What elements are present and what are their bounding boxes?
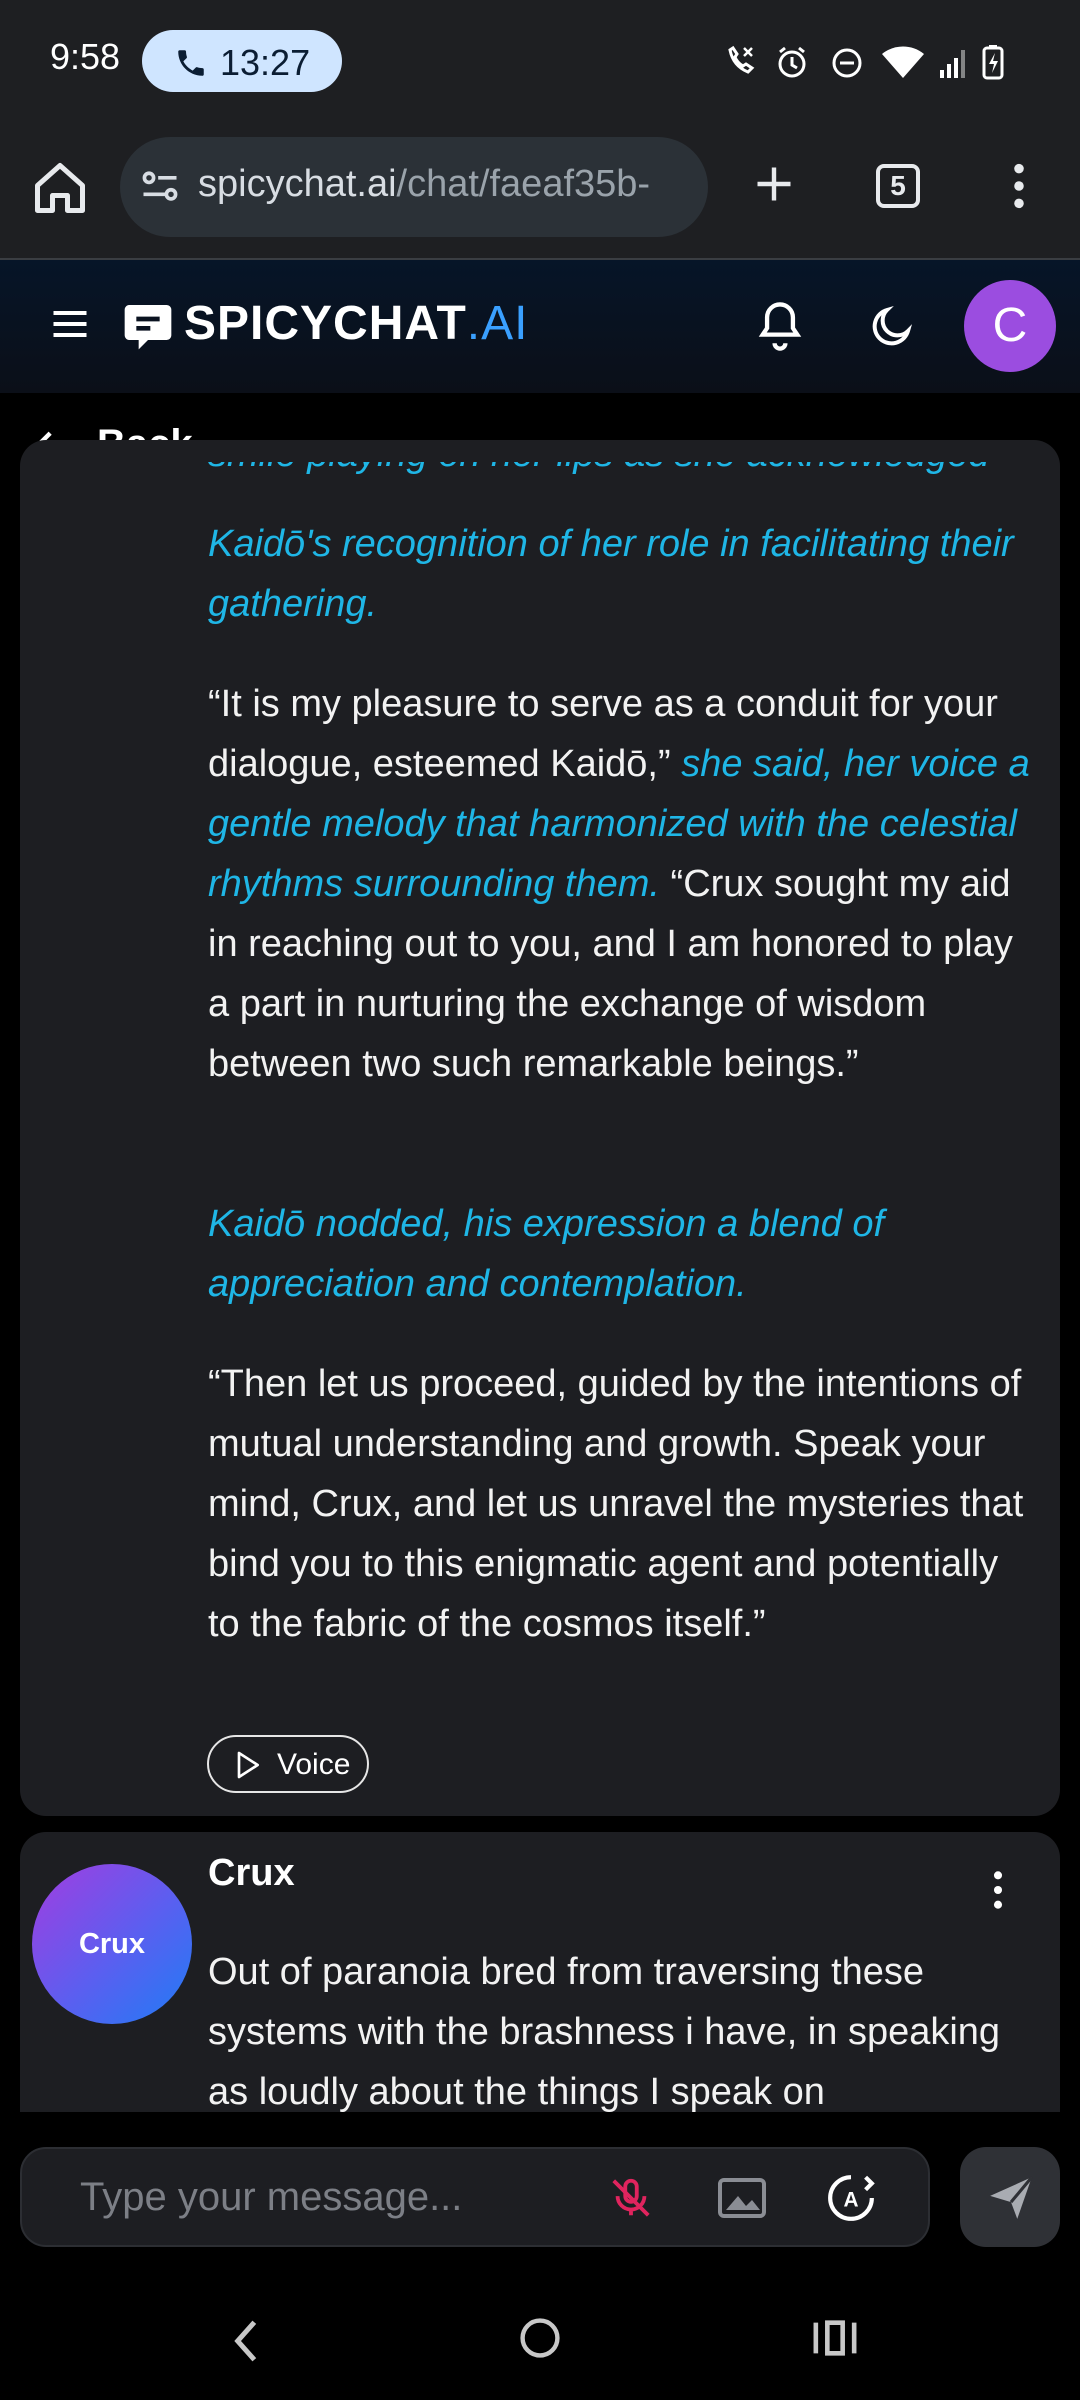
svg-text:A: A xyxy=(843,2188,858,2211)
voice-play-button[interactable]: Voice xyxy=(207,1735,369,1793)
message-text: Out of paranoia bred from traversing the… xyxy=(208,1951,1001,2112)
message-paragraph: Kaidō's recognition of her role in facil… xyxy=(208,514,1038,634)
character-avatar[interactable]: Crux xyxy=(32,1864,192,2024)
status-icons xyxy=(722,44,1042,80)
url-text: spicychat.ai/chat/faeaf35b- xyxy=(198,163,698,206)
url-host: spicychat.ai xyxy=(198,163,397,205)
url-path: /chat/faeaf35b- xyxy=(396,163,651,205)
action-text: Kaidō's recognition of her role in facil… xyxy=(208,523,1014,625)
message-menu-icon[interactable] xyxy=(984,1868,1012,1912)
message-input[interactable] xyxy=(80,2175,580,2220)
send-icon xyxy=(986,2173,1036,2223)
image-upload-icon[interactable] xyxy=(716,2175,768,2221)
new-tab-icon[interactable] xyxy=(752,162,796,206)
nav-home-icon[interactable] xyxy=(518,2316,562,2360)
ongoing-call-chip[interactable]: 13:27 xyxy=(142,30,342,92)
hamburger-menu-icon[interactable] xyxy=(48,302,92,346)
nav-back-icon[interactable] xyxy=(226,2316,266,2366)
voice-label: Voice xyxy=(277,1748,351,1781)
wifi-call-icon xyxy=(728,45,755,74)
mic-muted-icon[interactable] xyxy=(608,2175,654,2221)
site-settings-icon[interactable] xyxy=(138,165,182,209)
message-author: Crux xyxy=(208,1852,295,1894)
logo-suffix: .AI xyxy=(466,297,529,350)
message-paragraph: “It is my pleasure to serve as a conduit… xyxy=(208,674,1038,1094)
message-paragraph: “Then let us proceed, guided by the inte… xyxy=(208,1354,1038,1654)
alarm-icon xyxy=(778,46,806,78)
address-bar[interactable]: spicychat.ai/chat/faeaf35b- xyxy=(120,137,708,237)
nav-recents-icon[interactable] xyxy=(812,2318,858,2358)
site-logo[interactable]: SPICYCHAT.AI xyxy=(184,296,528,351)
notification-bell-icon[interactable] xyxy=(754,298,806,354)
user-avatar[interactable]: C xyxy=(964,280,1056,372)
call-timer: 13:27 xyxy=(220,42,311,83)
phone-icon xyxy=(174,46,208,80)
browser-menu-icon[interactable] xyxy=(1004,160,1034,212)
status-time: 9:58 xyxy=(50,36,121,77)
composer: A xyxy=(20,2147,930,2247)
tab-switcher-button[interactable]: 5 xyxy=(876,164,920,208)
play-icon xyxy=(231,1749,263,1781)
action-text: smile playing on her lips as she acknowl… xyxy=(208,462,990,475)
speech-text: “Then let us proceed, guided by the inte… xyxy=(208,1363,1024,1645)
action-text: Kaidō nodded, his expression a blend of … xyxy=(208,1203,885,1305)
dark-mode-toggle-icon[interactable] xyxy=(868,302,916,350)
logo-main: SPICYCHAT xyxy=(184,297,467,350)
battery-icon xyxy=(982,45,1004,80)
message-paragraph: smile playing on her lips as she acknowl… xyxy=(208,462,1038,484)
home-icon[interactable] xyxy=(28,158,92,218)
dnd-icon xyxy=(832,48,862,78)
signal-icon xyxy=(940,50,965,78)
message-paragraph: Kaidō nodded, his expression a blend of … xyxy=(208,1194,1038,1314)
logo-chat-icon[interactable] xyxy=(120,298,176,354)
send-button[interactable] xyxy=(960,2147,1060,2247)
wifi-icon xyxy=(882,46,924,78)
auto-mode-icon[interactable]: A xyxy=(826,2173,876,2223)
